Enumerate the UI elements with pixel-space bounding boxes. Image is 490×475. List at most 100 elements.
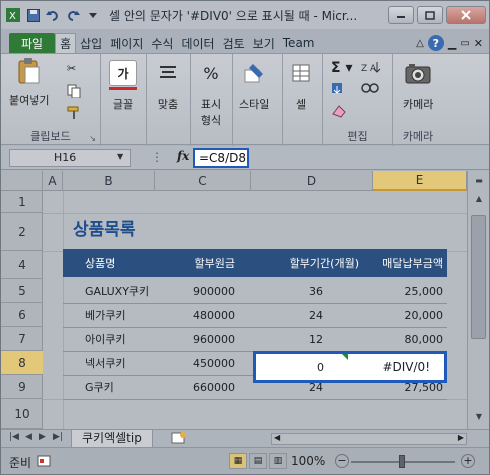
page-layout-view-icon[interactable]: ▤: [249, 453, 267, 469]
tab-formulas[interactable]: 수식: [147, 33, 177, 53]
column-header-c[interactable]: C: [155, 171, 251, 191]
tab-page-layout[interactable]: 페이지: [106, 33, 147, 53]
collapse-ribbon-icon[interactable]: △: [416, 38, 424, 49]
tab-home[interactable]: 홈: [55, 33, 77, 53]
customize-icon[interactable]: [85, 7, 101, 23]
dialog-launcher-icon[interactable]: ↘: [89, 134, 96, 143]
last-sheet-icon[interactable]: ▶|: [53, 432, 63, 442]
sheet-tab-cookie-excel-tip[interactable]: 쿠키엑셀tip: [71, 430, 153, 448]
camera-button[interactable]: 카메라: [403, 60, 433, 112]
cell-principal[interactable]: 450000: [173, 351, 235, 375]
insert-function-icon[interactable]: fx: [177, 149, 189, 163]
cell-period[interactable]: 12: [251, 327, 323, 351]
row-header-6[interactable]: 6: [1, 303, 43, 327]
cell-payment[interactable]: 80,000: [363, 327, 444, 351]
scroll-split-icon[interactable]: ▬: [471, 173, 487, 187]
format-painter-icon[interactable]: [67, 106, 81, 120]
row-header-9[interactable]: 9: [1, 375, 43, 399]
scroll-right-icon[interactable]: ▶: [458, 433, 464, 442]
cell-principal[interactable]: 660000: [173, 375, 235, 399]
first-sheet-icon[interactable]: |◀: [9, 432, 19, 442]
column-header-b[interactable]: B: [63, 171, 155, 191]
tab-review[interactable]: 검토: [219, 33, 249, 53]
cut-icon[interactable]: ✂: [67, 62, 76, 75]
select-all-corner[interactable]: [1, 171, 43, 191]
macro-record-icon[interactable]: [37, 455, 51, 470]
close-workbook-icon[interactable]: ✕: [474, 37, 483, 50]
tab-team[interactable]: Team: [279, 33, 319, 53]
tab-file[interactable]: 파일: [9, 33, 56, 53]
column-header-a[interactable]: A: [43, 171, 63, 191]
scroll-left-icon[interactable]: ◀: [274, 433, 280, 442]
minimize-button[interactable]: [388, 6, 414, 24]
styles-button[interactable]: 스타일: [239, 60, 269, 112]
restore-workbook-icon[interactable]: ▭: [460, 38, 469, 49]
autosum-icon[interactable]: Σ ▾: [331, 60, 352, 76]
redo-icon[interactable]: [65, 7, 81, 23]
scroll-thumb[interactable]: [471, 215, 486, 339]
cell-payment[interactable]: 25,000: [363, 279, 444, 303]
row-header-8[interactable]: 8: [1, 351, 43, 375]
page-break-view-icon[interactable]: ▥: [269, 453, 287, 469]
cell-product[interactable]: GALUXY쿠키: [85, 279, 149, 303]
horizontal-scrollbar[interactable]: ◀ ▶: [271, 433, 467, 445]
insert-sheet-icon[interactable]: [171, 431, 187, 448]
name-box-dropdown-icon[interactable]: ▼: [117, 152, 123, 161]
undo-icon[interactable]: [45, 7, 61, 23]
row-header-1[interactable]: 1: [1, 191, 43, 213]
cell-product[interactable]: 베가쿠키: [85, 303, 125, 327]
row-header-5[interactable]: 5: [1, 279, 43, 303]
cell-div-error[interactable]: #DIV/0!: [366, 355, 430, 379]
formula-input[interactable]: =C8/D8: [193, 148, 249, 168]
cell-period[interactable]: 24: [251, 303, 323, 327]
number-format-button[interactable]: % 표시 형식: [197, 60, 225, 128]
tab-data[interactable]: 데이터: [177, 33, 218, 53]
scroll-down-icon[interactable]: ▼: [471, 409, 487, 423]
help-icon[interactable]: ?: [427, 35, 444, 51]
tab-view[interactable]: 보기: [249, 33, 279, 53]
find-select-icon[interactable]: [361, 82, 381, 96]
cell-product[interactable]: G쿠키: [85, 375, 114, 399]
row-header-4[interactable]: 4: [1, 251, 43, 279]
camera-group-label: 카메라: [402, 130, 434, 143]
sort-filter-icon[interactable]: Z A: [361, 60, 383, 74]
font-button[interactable]: 가 글꼴: [109, 60, 137, 112]
cell-period[interactable]: 36: [251, 279, 323, 303]
cell-principal[interactable]: 480000: [173, 303, 235, 327]
row-header-7[interactable]: 7: [1, 327, 43, 351]
zoom-slider-knob[interactable]: [399, 455, 405, 468]
cell-product[interactable]: 아이쿠키: [85, 327, 125, 351]
minimize-workbook-icon[interactable]: ▁: [448, 37, 456, 50]
cell-product[interactable]: 넥서쿠키: [85, 351, 125, 375]
prev-sheet-icon[interactable]: ◀: [25, 432, 32, 442]
cell-principal[interactable]: 900000: [173, 279, 235, 303]
cell-period[interactable]: 0: [262, 355, 324, 379]
cell-payment[interactable]: 20,000: [363, 303, 444, 327]
tab-insert[interactable]: 삽입: [76, 33, 106, 53]
cell-grid[interactable]: 상품목록 상품명 할부원금 할부기간(개월) 매달납부금액 GALUXY쿠키 9…: [43, 191, 467, 429]
alignment-button[interactable]: 맞춤: [154, 60, 182, 112]
cells-button[interactable]: 셀: [287, 60, 315, 112]
scroll-up-icon[interactable]: ▲: [471, 191, 487, 205]
zoom-level[interactable]: 100%: [291, 454, 325, 468]
normal-view-icon[interactable]: ▦: [229, 453, 247, 469]
close-button[interactable]: [446, 6, 486, 24]
clear-icon[interactable]: [331, 104, 349, 118]
next-sheet-icon[interactable]: ▶: [39, 432, 46, 442]
row-header-2[interactable]: 2: [1, 213, 43, 251]
copy-icon[interactable]: [67, 84, 81, 98]
column-header-d[interactable]: D: [251, 171, 373, 191]
name-box[interactable]: H16: [9, 149, 131, 167]
vertical-scrollbar[interactable]: ▬ ▲ ▼: [467, 171, 489, 429]
restore-button[interactable]: [417, 6, 443, 24]
cell-principal[interactable]: 960000: [173, 327, 235, 351]
fill-icon[interactable]: [331, 82, 347, 96]
error-indicator-icon[interactable]: [342, 354, 348, 360]
excel-icon[interactable]: X: [5, 7, 21, 23]
column-header-e[interactable]: E: [373, 171, 467, 191]
row-header-10[interactable]: 10: [1, 399, 43, 429]
paste-button[interactable]: 붙여넣기: [9, 58, 49, 108]
zoom-out-icon[interactable]: −: [335, 454, 349, 468]
save-icon[interactable]: [25, 7, 41, 23]
zoom-in-icon[interactable]: +: [461, 454, 475, 468]
